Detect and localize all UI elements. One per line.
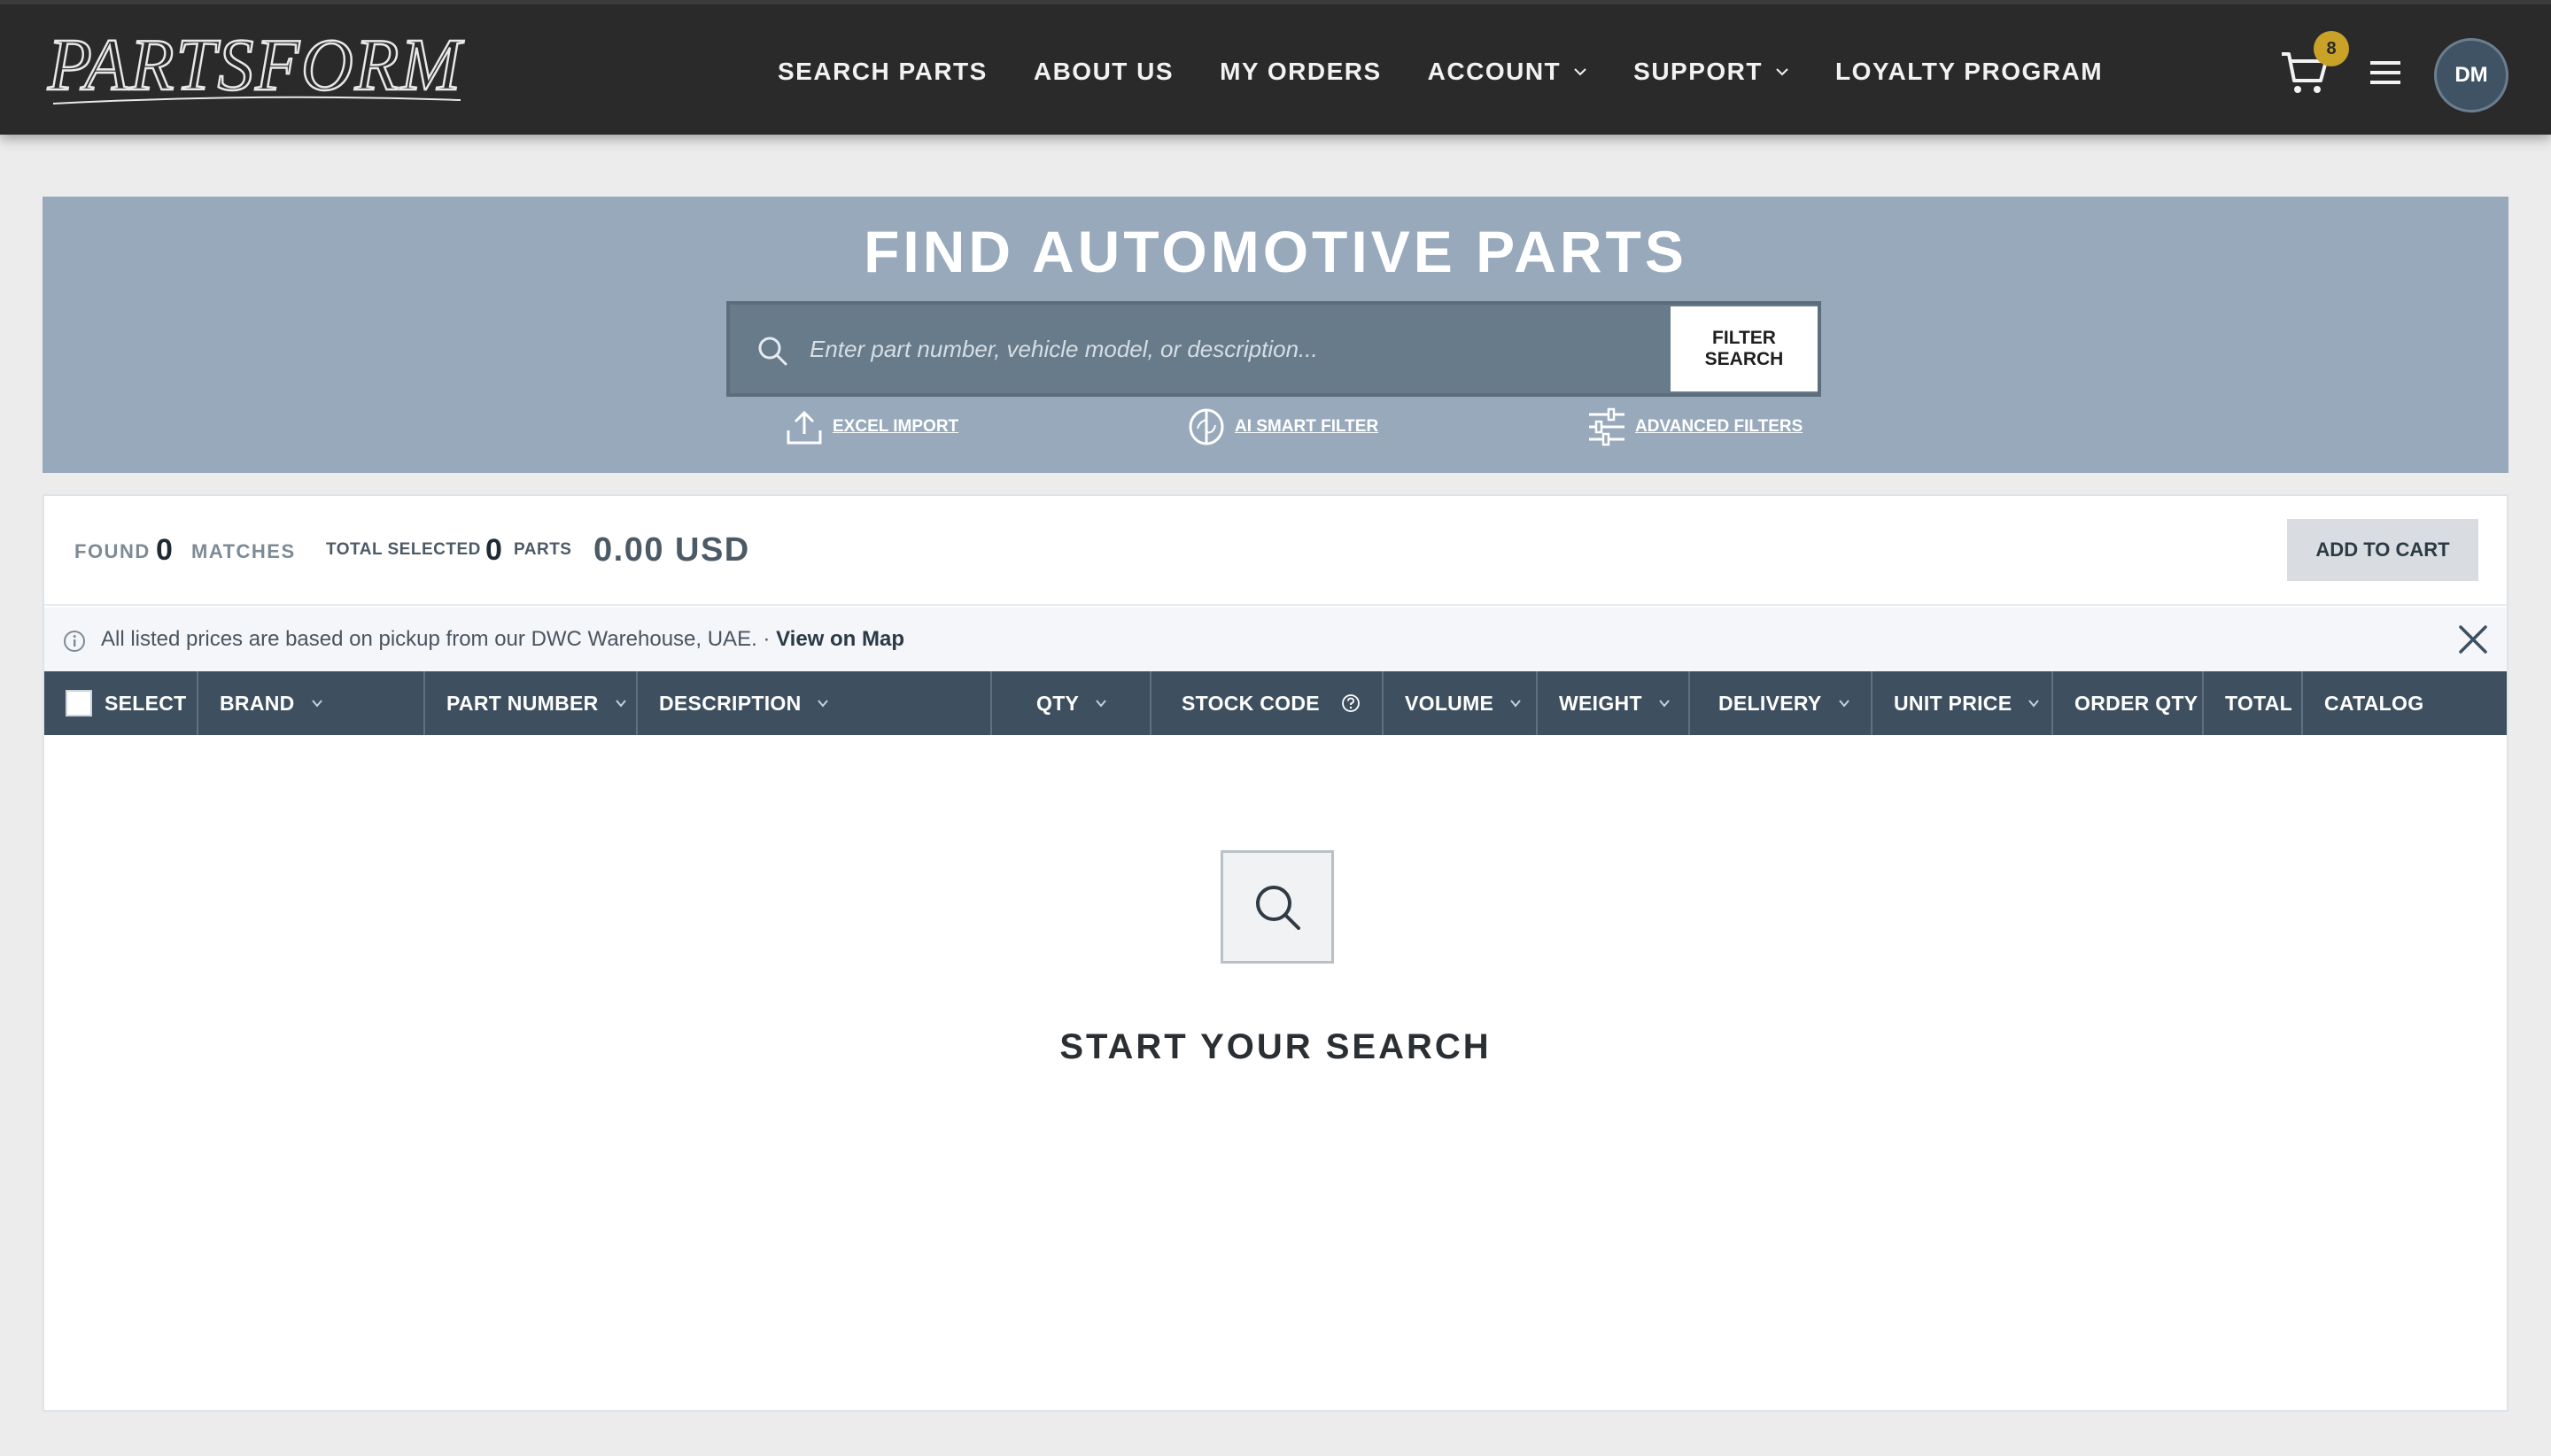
nav-support[interactable]: SUPPORT: [1633, 58, 1789, 86]
chevron-down-icon: [1776, 68, 1788, 76]
column-stock-code-label: STOCK CODE: [1182, 691, 1320, 715]
cart-count-badge: 8: [2314, 31, 2349, 66]
empty-state-icon-box: [1221, 850, 1334, 964]
column-brand-label: BRAND: [220, 691, 295, 715]
help-icon[interactable]: [1341, 693, 1361, 713]
select-all-checkbox[interactable]: [66, 690, 92, 716]
column-part-number-label: PART NUMBER: [446, 691, 599, 715]
column-order-qty: ORDER QTY: [2051, 671, 2202, 735]
column-brand[interactable]: BRAND: [197, 671, 423, 735]
column-delivery[interactable]: DELIVERY: [1688, 671, 1871, 735]
partsform-logo[interactable]: PARTSFORM: [44, 23, 469, 114]
chevron-down-icon: [1510, 700, 1521, 708]
empty-state-title: START YOUR SEARCH: [1059, 1027, 1492, 1066]
ai-smart-filter-link[interactable]: AI SMART FILTER: [1187, 407, 1378, 446]
column-qty-label: QTY: [1036, 691, 1080, 715]
column-catalog: CATALOG: [2301, 671, 2507, 735]
main-nav: SEARCH PARTS ABOUT US MY ORDERS ACCOUNT …: [778, 4, 2103, 139]
search-icon: [758, 337, 787, 366]
column-total: TOTAL: [2202, 671, 2301, 735]
ai-smart-filter-label: AI SMART FILTER: [1235, 417, 1379, 436]
chevron-down-icon: [818, 700, 829, 708]
selected-count: 0: [485, 533, 502, 567]
total-amount: 0.00 USD: [593, 531, 750, 569]
column-order-qty-label: ORDER QTY: [2074, 691, 2198, 715]
column-weight[interactable]: WEIGHT: [1536, 671, 1688, 735]
notice-message: All listed prices are based on pickup fr…: [101, 627, 777, 651]
top-navigation-bar: PARTSFORM SEARCH PARTS ABOUT US MY ORDER…: [0, 0, 2551, 135]
sliders-icon: [1589, 407, 1624, 446]
upload-icon: [787, 410, 822, 445]
excel-import-link[interactable]: EXCEL IMPORT: [785, 407, 958, 446]
search-input[interactable]: [810, 321, 1607, 377]
svg-text:PARTSFORM: PARTSFORM: [47, 26, 464, 106]
found-label: FOUND: [74, 540, 151, 562]
column-weight-label: WEIGHT: [1559, 691, 1642, 715]
close-icon[interactable]: [2457, 623, 2489, 655]
advanced-filters-label: ADVANCED FILTERS: [1635, 417, 1803, 436]
results-summary: FOUND 0 MATCHES TOTAL SELECTED 0 PARTS 0…: [44, 496, 2507, 606]
column-qty[interactable]: QTY: [990, 671, 1150, 735]
results-panel: FOUND 0 MATCHES TOTAL SELECTED 0 PARTS 0…: [43, 494, 2508, 1412]
column-volume-label: VOLUME: [1405, 691, 1494, 715]
user-avatar[interactable]: DM: [2434, 38, 2508, 112]
nav-account[interactable]: ACCOUNT: [1428, 58, 1588, 86]
page-title: FIND AUTOMOTIVE PARTS: [864, 219, 1687, 284]
chevron-down-icon: [2028, 700, 2040, 708]
pickup-notice: All listed prices are based on pickup fr…: [44, 608, 2507, 671]
brain-icon: [1189, 408, 1224, 445]
column-unit-price-label: UNIT PRICE: [1894, 691, 2012, 715]
column-select-label: SELECT: [105, 691, 187, 715]
parts-label: PARTS: [514, 540, 572, 559]
column-delivery-label: DELIVERY: [1718, 691, 1822, 715]
found-count: 0: [156, 533, 173, 567]
total-selected-label: TOTAL SELECTED: [326, 540, 481, 559]
nav-support-label: SUPPORT: [1633, 58, 1764, 85]
nav-loyalty-program[interactable]: LOYALTY PROGRAM: [1835, 58, 2103, 86]
column-catalog-label: CATALOG: [2324, 691, 2424, 715]
excel-import-label: EXCEL IMPORT: [833, 417, 959, 436]
add-to-cart-button[interactable]: ADD TO CART: [2287, 519, 2478, 581]
nav-account-label: ACCOUNT: [1427, 58, 1562, 85]
advanced-filters-link[interactable]: ADVANCED FILTERS: [1587, 407, 1803, 446]
column-stock-code[interactable]: STOCK CODE: [1150, 671, 1382, 735]
results-table-header: SELECT BRAND PART NUMBER DESCRIPTION QTY…: [44, 671, 2507, 735]
column-unit-price[interactable]: UNIT PRICE: [1871, 671, 2051, 735]
column-total-label: TOTAL: [2225, 691, 2293, 715]
search-icon: [1256, 886, 1300, 930]
nav-about-us[interactable]: ABOUT US: [1034, 58, 1174, 86]
column-part-number[interactable]: PART NUMBER: [423, 671, 636, 735]
logo-wordmark: PARTSFORM: [46, 23, 464, 108]
matches-label: MATCHES: [191, 540, 296, 562]
column-description[interactable]: DESCRIPTION: [636, 671, 990, 735]
search-hero: FIND AUTOMOTIVE PARTS FILTER SEARCH EXCE…: [43, 197, 2508, 473]
chevron-down-icon: [1096, 700, 1106, 708]
column-description-label: DESCRIPTION: [659, 691, 802, 715]
nav-my-orders[interactable]: MY ORDERS: [1220, 58, 1382, 86]
filter-search-button[interactable]: FILTER SEARCH: [1671, 306, 1818, 391]
search-bar: FILTER SEARCH: [726, 301, 1821, 397]
chevron-down-icon: [1574, 68, 1586, 76]
notice-text: All listed prices are based on pickup fr…: [101, 627, 904, 652]
chevron-down-icon: [1838, 700, 1849, 708]
view-on-map-link[interactable]: View on Map: [776, 627, 904, 651]
menu-icon[interactable]: [2370, 59, 2400, 86]
chevron-down-icon: [311, 700, 322, 708]
chevron-down-icon: [615, 700, 626, 708]
nav-search-parts[interactable]: SEARCH PARTS: [778, 58, 988, 86]
chevron-down-icon: [1659, 700, 1670, 708]
column-select[interactable]: SELECT: [44, 671, 197, 735]
info-icon: [64, 631, 85, 652]
column-volume[interactable]: VOLUME: [1382, 671, 1536, 735]
